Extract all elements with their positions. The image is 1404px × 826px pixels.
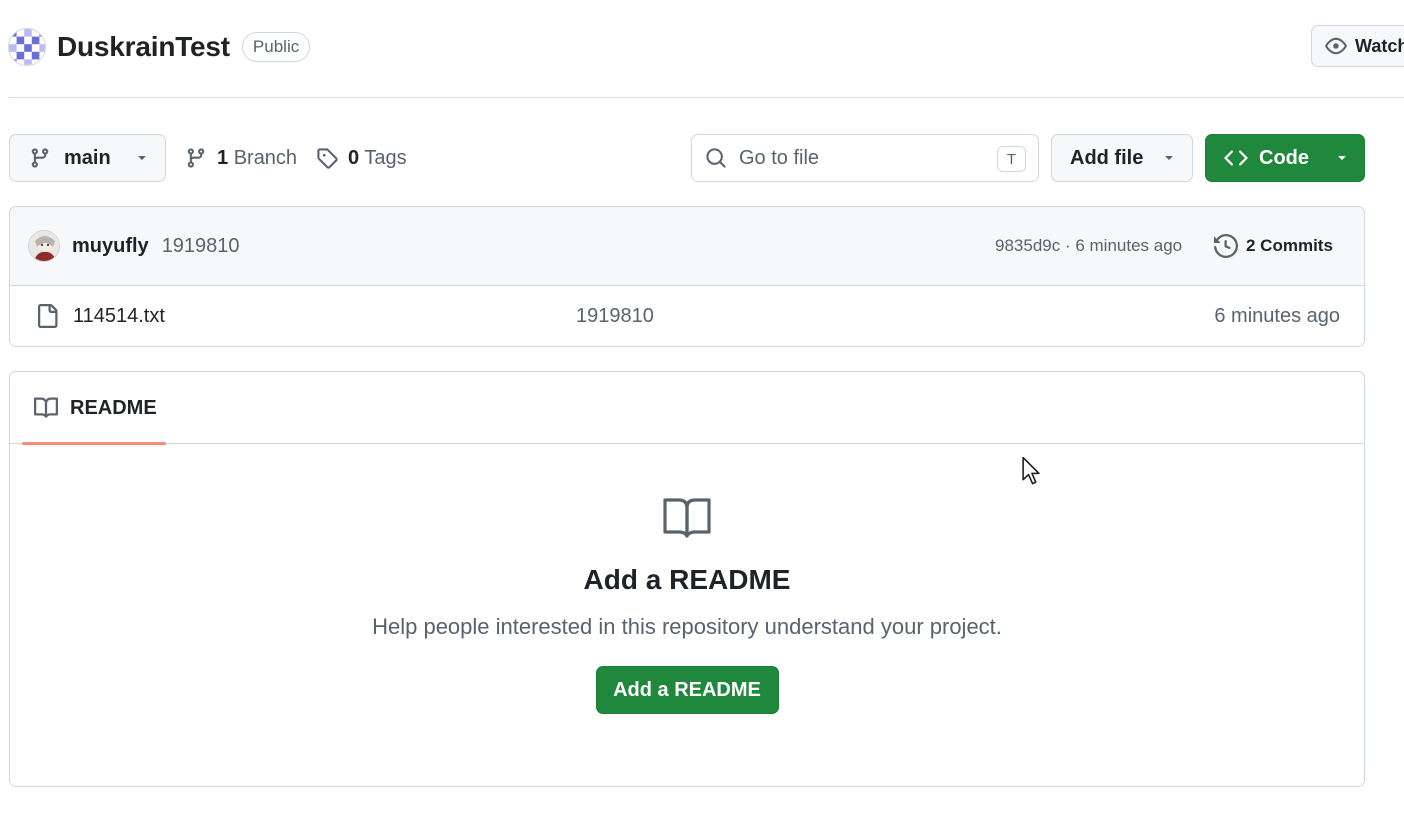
header-divider bbox=[8, 97, 1404, 98]
commits-count: 2 Commits bbox=[1246, 236, 1333, 255]
go-to-file-input[interactable] bbox=[739, 146, 989, 170]
visibility-badge: Public bbox=[241, 32, 311, 62]
tag-count: 0 bbox=[348, 146, 360, 169]
go-to-file-search[interactable]: T bbox=[691, 134, 1039, 182]
search-icon bbox=[705, 147, 727, 169]
latest-commit-bar: muyufly 1919810 9835d9c · 6 minutes ago … bbox=[10, 207, 1364, 286]
git-branch-icon bbox=[29, 147, 51, 169]
tag-count-label: Tags bbox=[364, 146, 407, 169]
file-commit-message[interactable]: 1919810 bbox=[576, 305, 654, 328]
watch-button[interactable]: Watch bbox=[1311, 25, 1404, 67]
tags-link[interactable]: 0 Tags bbox=[316, 134, 407, 182]
triangle-down-icon bbox=[1161, 150, 1177, 166]
branch-select-button[interactable]: main bbox=[9, 134, 166, 182]
repo-owner-avatar[interactable] bbox=[8, 28, 46, 66]
commit-hash-and-time[interactable]: 9835d9c · 6 minutes ago bbox=[995, 236, 1182, 256]
file-name[interactable]: 114514.txt bbox=[73, 305, 165, 328]
branch-count: 1 bbox=[217, 146, 229, 169]
eye-icon bbox=[1325, 35, 1347, 57]
repo-name[interactable]: DuskrainTest bbox=[57, 31, 230, 63]
triangle-down-icon bbox=[134, 150, 150, 166]
readme-empty-state: Add a README Help people interested in t… bbox=[10, 496, 1364, 714]
file-last-modified: 6 minutes ago bbox=[1214, 304, 1340, 327]
readme-tabbar: README bbox=[10, 372, 1364, 445]
readme-empty-title: Add a README bbox=[583, 564, 791, 595]
watch-label: Watch bbox=[1355, 35, 1404, 56]
add-file-button[interactable]: Add file bbox=[1051, 134, 1193, 182]
tag-icon bbox=[316, 147, 338, 169]
file-listing: muyufly 1919810 9835d9c · 6 minutes ago … bbox=[9, 206, 1365, 347]
repo-header: DuskrainTest Public bbox=[8, 24, 311, 70]
commit-author-avatar[interactable] bbox=[28, 230, 60, 262]
code-label: Code bbox=[1259, 146, 1309, 169]
code-icon bbox=[1224, 146, 1248, 170]
code-button[interactable]: Code bbox=[1205, 134, 1365, 182]
add-readme-button[interactable]: Add a README bbox=[595, 666, 779, 714]
git-branch-icon bbox=[185, 147, 207, 169]
branch-name: main bbox=[64, 146, 111, 169]
branch-count-label: Branch bbox=[233, 146, 298, 169]
mouse-cursor-icon bbox=[1021, 456, 1041, 486]
file-icon bbox=[35, 304, 59, 328]
tab-readme-label: README bbox=[70, 396, 157, 419]
file-row[interactable]: 114514.txt 1919810 6 minutes ago bbox=[10, 286, 1364, 346]
tab-readme[interactable]: README bbox=[22, 372, 166, 445]
book-icon bbox=[34, 396, 58, 420]
history-icon bbox=[1214, 234, 1238, 258]
commit-author[interactable]: muyufly bbox=[72, 235, 149, 258]
branches-link[interactable]: 1 Branch bbox=[185, 134, 297, 182]
book-icon bbox=[662, 496, 712, 540]
readme-panel: README Add a README Help people interest… bbox=[9, 371, 1365, 787]
commit-message[interactable]: 1919810 bbox=[162, 235, 240, 258]
keyboard-shortcut-hint: T bbox=[997, 146, 1026, 172]
add-file-label: Add file bbox=[1070, 146, 1144, 169]
readme-empty-description: Help people interested in this repositor… bbox=[372, 614, 1002, 639]
commits-history-link[interactable]: 2 Commits bbox=[1214, 234, 1333, 258]
triangle-down-icon bbox=[1334, 150, 1350, 166]
